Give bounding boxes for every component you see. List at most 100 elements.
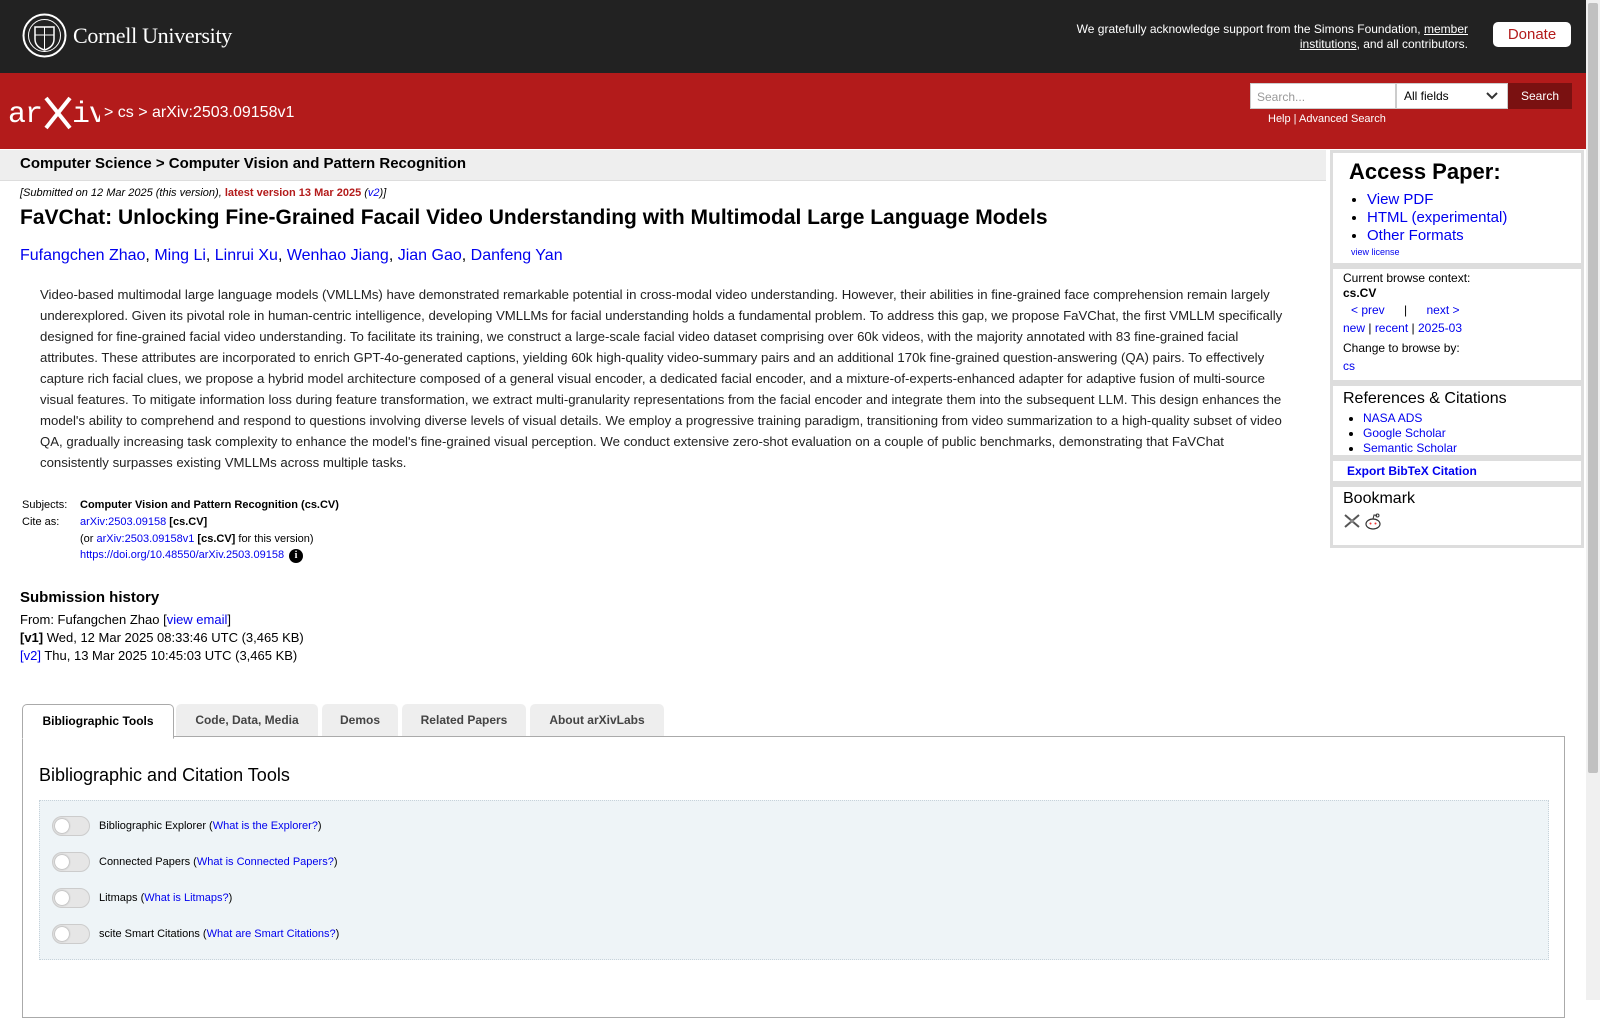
browse-context-box: Current browse context: cs.CV < prev | n… [1330, 266, 1584, 383]
tool-help-link[interactable]: What are Smart Citations? [207, 928, 336, 940]
v1-label: [v1] [20, 630, 44, 645]
author-link[interactable]: Linrui Xu [215, 247, 278, 264]
bibliographic-explorer-toggle[interactable] [52, 816, 90, 836]
tool-row: Bibliographic Explorer (What is the Expl… [52, 816, 322, 836]
tab-code-data-media[interactable]: Code, Data, Media [176, 704, 318, 736]
tool-row: Connected Papers (What is Connected Pape… [52, 852, 337, 872]
access-paper-box: Access Paper: View PDF HTML (experimenta… [1330, 150, 1584, 266]
bibliographic-tools-panel: Bibliographic and Citation Tools Bibliog… [22, 736, 1565, 1018]
refs-title: References & Citations [1343, 390, 1507, 407]
view-email-link[interactable]: view email [167, 612, 228, 627]
help-link[interactable]: Help [1268, 113, 1291, 125]
submission-history-title: Submission history [20, 589, 160, 606]
export-bibtex-link[interactable]: Export BibTeX Citation [1347, 464, 1477, 478]
search-field-select[interactable]: All fields [1396, 83, 1508, 109]
cornell-logo[interactable]: Cornell University [22, 13, 232, 58]
nav-pipe: | [1404, 303, 1408, 317]
next-link[interactable]: next > [1427, 303, 1460, 317]
search-input[interactable]: Search... [1250, 83, 1396, 109]
new-link[interactable]: new [1343, 321, 1365, 335]
access-paper-title: Access Paper: [1349, 159, 1501, 184]
arxiv-logo-icon[interactable]: ar iv [8, 92, 100, 132]
tool-help-link[interactable]: What is the Explorer? [213, 820, 318, 832]
tool-label: scite Smart Citations ( [99, 928, 207, 940]
scite-toggle[interactable] [52, 924, 90, 944]
paper-title: FaVChat: Unlocking Fine-Grained Facail V… [20, 206, 1048, 229]
ack-text: We gratefully acknowledge support from t… [1076, 22, 1421, 36]
category-bar: Computer Science > Computer Vision and P… [0, 150, 1326, 181]
submission-dateline: [Submitted on 12 Mar 2025 (this version)… [20, 187, 386, 199]
cite-id-link[interactable]: arXiv:2503.09158 [80, 516, 166, 528]
author-link[interactable]: Ming Li [154, 247, 206, 264]
browse-cs-link[interactable]: cs [1343, 359, 1355, 373]
v2-link[interactable]: [v2] [20, 648, 41, 663]
cite-tail: for this version) [235, 533, 314, 545]
tools-box: Bibliographic Explorer (What is the Expl… [39, 800, 1549, 960]
tool-close: ) [333, 856, 338, 868]
subjects-label: Subjects: [22, 499, 68, 511]
help-sep: | [1290, 113, 1299, 125]
crumb-sep: > [104, 104, 118, 121]
tab-about-arxivlabs[interactable]: About arXivLabs [530, 704, 664, 736]
tool-close: ) [317, 820, 322, 832]
month-link[interactable]: 2025-03 [1418, 321, 1462, 335]
ack-tail: , and all contributors. [1356, 37, 1468, 51]
view-license-link[interactable]: view license [1351, 247, 1400, 257]
html-experimental-link[interactable]: HTML (experimental) [1367, 209, 1507, 226]
author-link[interactable]: Fufangchen Zhao [20, 247, 145, 264]
tab-related-papers[interactable]: Related Papers [402, 704, 526, 736]
tool-close: ) [335, 928, 340, 940]
from-close: ] [227, 612, 231, 627]
cornell-seal-icon [22, 13, 67, 58]
view-pdf-link[interactable]: View PDF [1367, 191, 1433, 208]
tool-help-link[interactable]: What is Connected Papers? [197, 856, 334, 868]
tool-help-link[interactable]: What is Litmaps? [144, 892, 228, 904]
tab-demos[interactable]: Demos [322, 704, 398, 736]
submitted-text: [Submitted on 12 Mar 2025 (this version)… [20, 187, 225, 199]
reddit-icon[interactable] [1363, 512, 1383, 532]
latest-version-link[interactable]: v2 [368, 187, 380, 199]
bibsonomy-icon[interactable] [1343, 512, 1361, 530]
metadata-table: Subjects: Computer Vision and Pattern Re… [22, 499, 345, 568]
latest-version-text: latest version 13 Mar 2025 [224, 187, 362, 199]
semantic-scholar-link[interactable]: Semantic Scholar [1363, 441, 1457, 455]
other-formats-link[interactable]: Other Formats [1367, 227, 1464, 244]
scrollbar-thumb[interactable] [1588, 3, 1598, 773]
info-icon[interactable]: i [289, 549, 304, 563]
svg-text:ar: ar [8, 98, 42, 132]
advanced-search-link[interactable]: Advanced Search [1299, 113, 1386, 125]
recent-link[interactable]: recent [1375, 321, 1408, 335]
author-link[interactable]: Jian Gao [398, 247, 462, 264]
crumb-cs-link[interactable]: cs [118, 104, 134, 121]
latest-close: )] [379, 187, 387, 199]
context-value: cs.CV [1343, 286, 1377, 300]
tab-bibliographic-tools[interactable]: Bibliographic Tools [22, 704, 174, 739]
cite-v1-link[interactable]: arXiv:2503.09158v1 [97, 533, 195, 545]
doi-link[interactable]: https://doi.org/10.48550/arXiv.2503.0915… [80, 549, 284, 561]
submission-history: Submission history From: Fufangchen Zhao… [20, 589, 304, 666]
arxiv-header: ar iv > cs > arXiv:2503.09158v1 Search..… [0, 73, 1586, 149]
google-scholar-link[interactable]: Google Scholar [1363, 426, 1446, 440]
prev-link[interactable]: < prev [1351, 303, 1385, 317]
tool-close: ) [228, 892, 233, 904]
from-text: From: Fufangchen Zhao [ [20, 612, 167, 627]
litmaps-toggle[interactable] [52, 888, 90, 908]
author-link[interactable]: Wenhao Jiang [287, 247, 389, 264]
cite-open: (or [80, 533, 97, 545]
tool-label: Litmaps ( [99, 892, 145, 904]
help-links: Help | Advanced Search [1268, 113, 1386, 125]
page-scrollbar[interactable] [1586, 0, 1600, 1000]
cite-v1-cat: [cs.CV] [197, 533, 236, 545]
search-button[interactable]: Search [1508, 83, 1572, 109]
export-bibtex-box: Export BibTeX Citation [1330, 458, 1584, 484]
author-list: Fufangchen Zhao, Ming Li, Linrui Xu, Wen… [20, 247, 563, 264]
tool-label: Bibliographic Explorer ( [99, 820, 213, 832]
connected-papers-toggle[interactable] [52, 852, 90, 872]
donate-button[interactable]: Donate [1493, 22, 1571, 47]
nasa-ads-link[interactable]: NASA ADS [1363, 411, 1422, 425]
category-heading: Computer Science > Computer Vision and P… [20, 155, 467, 172]
bookmark-box: Bookmark [1330, 484, 1584, 548]
author-link[interactable]: Danfeng Yan [471, 247, 563, 264]
search-field-value: All fields [1404, 89, 1449, 103]
breadcrumb: > cs > arXiv:2503.09158v1 [104, 104, 294, 122]
